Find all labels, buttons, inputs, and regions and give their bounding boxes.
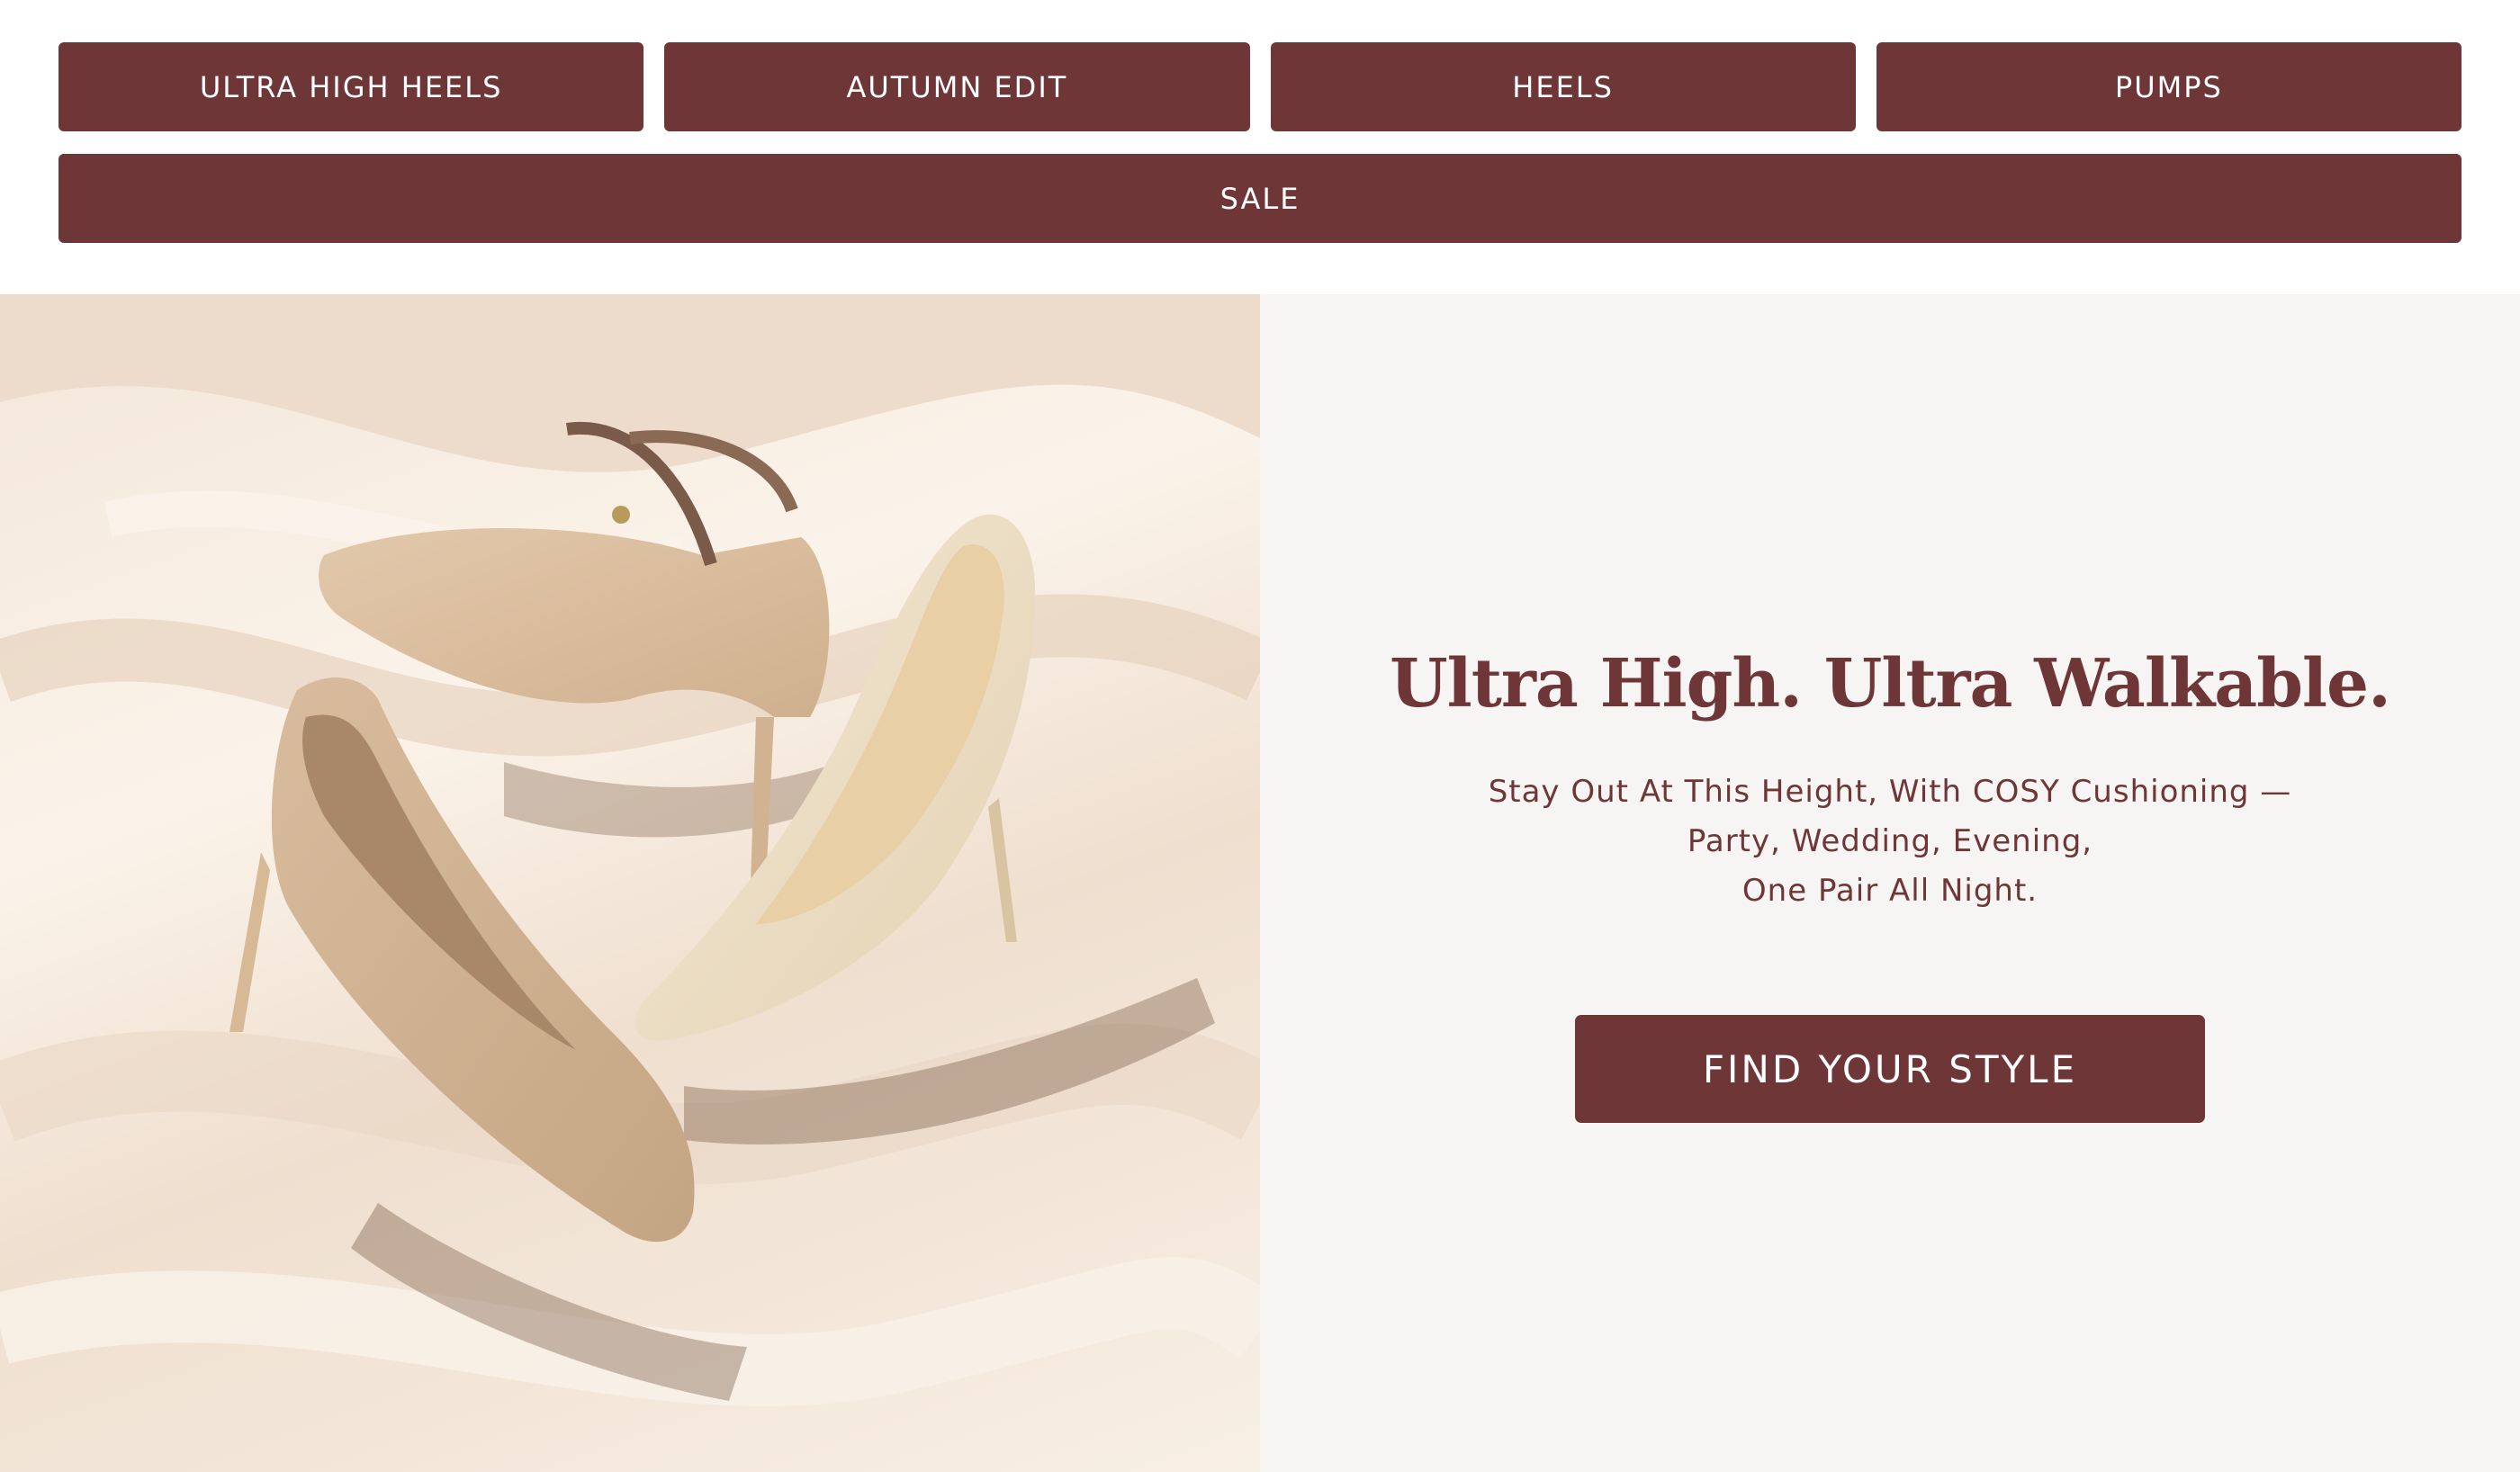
autumn-edit-button[interactable]: AUTUMN EDIT <box>664 42 1250 131</box>
category-nav: ULTRA HIGH HEELS AUTUMN EDIT HEELS PUMPS… <box>58 42 2462 243</box>
hero-product-image[interactable] <box>0 294 1260 1472</box>
category-nav-row-2: SALE <box>58 154 2462 243</box>
sale-button[interactable]: SALE <box>58 154 2462 243</box>
hero-subcopy-line-1: Stay Out At This Height, With COSY Cushi… <box>1488 774 2292 810</box>
hero-copy-panel: Ultra High. Ultra Walkable. Stay Out At … <box>1260 294 2520 1472</box>
heels-button[interactable]: HEELS <box>1270 42 1856 131</box>
category-nav-row-1: ULTRA HIGH HEELS AUTUMN EDIT HEELS PUMPS <box>58 42 2462 131</box>
hero-headline: Ultra High. Ultra Walkable. <box>1390 645 2391 723</box>
hero-banner: Ultra High. Ultra Walkable. Stay Out At … <box>0 294 2520 1472</box>
find-your-style-button[interactable]: FIND YOUR STYLE <box>1575 1015 2205 1123</box>
hero-subcopy-line-2: Party, Wedding, Evening, <box>1687 823 2093 859</box>
shoes-on-satin-illustration <box>0 294 1260 1406</box>
hero-subcopy-line-3: One Pair All Night. <box>1742 873 2038 909</box>
ultra-high-heels-button[interactable]: ULTRA HIGH HEELS <box>58 42 644 131</box>
hero-subcopy: Stay Out At This Height, With COSY Cushi… <box>1489 767 2292 916</box>
pumps-button[interactable]: PUMPS <box>1876 42 2462 131</box>
